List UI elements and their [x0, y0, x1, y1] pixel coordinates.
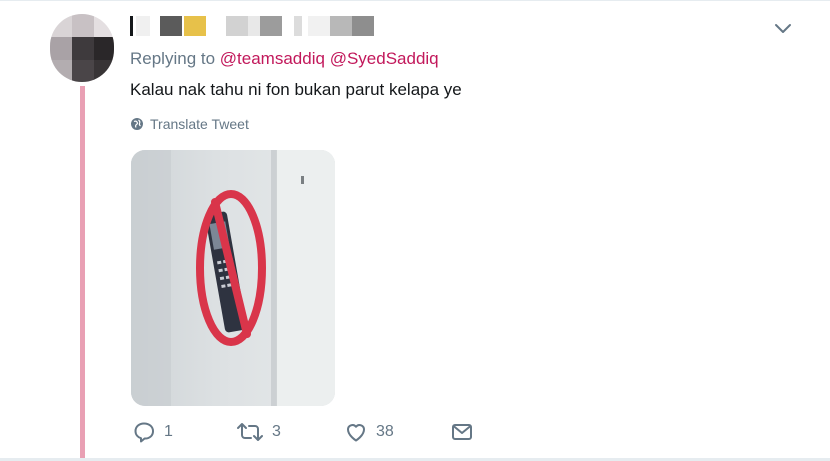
mention-link[interactable]: @SyedSaddiq: [330, 49, 439, 68]
retweet-button[interactable]: 3: [236, 420, 281, 444]
no-phone-sign-icon: [131, 150, 335, 406]
tweet-action-bar: 1 3 38: [132, 420, 492, 450]
tweet-media-image[interactable]: [131, 150, 335, 406]
heart-icon: [344, 420, 368, 444]
tweet-text: Kalau nak tahu ni fon bukan parut kelapa…: [130, 80, 462, 99]
chevron-down-icon[interactable]: [773, 20, 793, 38]
replying-to-label: Replying to: [130, 49, 216, 68]
envelope-icon: [450, 420, 474, 444]
globe-icon: [130, 117, 144, 131]
retweet-count: 3: [272, 423, 281, 440]
reply-count: 1: [164, 423, 173, 440]
top-divider: [0, 0, 830, 1]
replying-to-line: Replying to @teamsaddiq @SyedSaddiq: [130, 49, 439, 69]
like-count: 38: [376, 423, 394, 440]
reply-icon: [132, 420, 156, 444]
retweet-icon: [236, 420, 264, 444]
reply-button[interactable]: 1: [132, 420, 173, 444]
translate-label: Translate Tweet: [150, 116, 249, 132]
direct-message-button[interactable]: [450, 420, 474, 444]
like-button[interactable]: 38: [344, 420, 394, 444]
translate-tweet-link[interactable]: Translate Tweet: [130, 116, 249, 132]
avatar[interactable]: [50, 14, 114, 82]
display-name-censored[interactable]: [130, 14, 390, 38]
thread-connector-line: [80, 86, 85, 461]
mention-link[interactable]: @teamsaddiq: [220, 49, 325, 68]
